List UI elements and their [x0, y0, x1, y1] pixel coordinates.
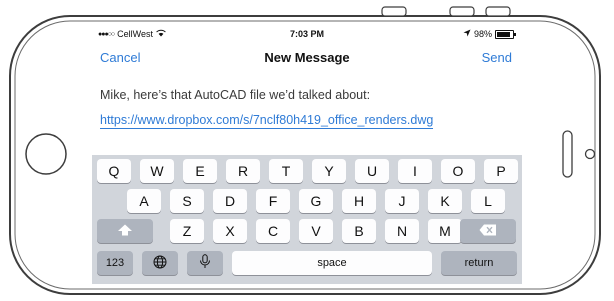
key-m[interactable]: M: [428, 219, 462, 243]
key-c[interactable]: C: [256, 219, 290, 243]
status-time: 7:03 PM: [289, 29, 324, 39]
key-k[interactable]: K: [428, 189, 462, 213]
globe-key[interactable]: [142, 251, 178, 275]
battery-percent: 98%: [473, 29, 492, 39]
delete-key[interactable]: [460, 219, 516, 243]
key-b[interactable]: B: [342, 219, 376, 243]
location-arrow-icon: [463, 29, 471, 39]
dictation-key[interactable]: [187, 251, 223, 275]
send-button[interactable]: Send: [482, 50, 512, 65]
key-w[interactable]: W: [140, 159, 174, 183]
key-x[interactable]: X: [213, 219, 247, 243]
key-o[interactable]: O: [441, 159, 475, 183]
message-body-text[interactable]: Mike, here’s that AutoCAD file we’d talk…: [100, 88, 370, 102]
key-z[interactable]: Z: [170, 219, 204, 243]
key-f[interactable]: F: [256, 189, 290, 213]
key-a[interactable]: A: [127, 189, 161, 213]
return-key[interactable]: return: [441, 251, 517, 275]
key-i[interactable]: I: [398, 159, 432, 183]
key-q[interactable]: Q: [97, 159, 131, 183]
key-t[interactable]: T: [269, 159, 303, 183]
keyboard: Q W E R T Y U I O P A S D F G H J K L Z …: [92, 155, 522, 284]
home-button[interactable]: [25, 133, 67, 175]
status-bar: ●●●○○ CellWest 7:03 PM 98%: [92, 26, 522, 42]
globe-icon: [153, 255, 167, 272]
shift-arrow-icon: [117, 223, 133, 239]
key-u[interactable]: U: [355, 159, 389, 183]
key-d[interactable]: D: [213, 189, 247, 213]
battery-icon: [495, 29, 516, 39]
key-v[interactable]: V: [299, 219, 333, 243]
page-title: New Message: [264, 50, 350, 65]
key-l[interactable]: L: [471, 189, 505, 213]
key-n[interactable]: N: [385, 219, 419, 243]
key-r[interactable]: R: [226, 159, 260, 183]
key-y[interactable]: Y: [312, 159, 346, 183]
key-h[interactable]: H: [342, 189, 376, 213]
key-j[interactable]: J: [385, 189, 419, 213]
key-g[interactable]: G: [299, 189, 333, 213]
dropbox-link[interactable]: https://www.dropbox.com/s/7nclf80h419_of…: [100, 113, 434, 129]
compose-nav-bar: Cancel New Message Send: [92, 44, 522, 70]
numbers-key[interactable]: 123: [97, 251, 133, 275]
key-p[interactable]: P: [484, 159, 518, 183]
phone-screen: ●●●○○ CellWest 7:03 PM 98% Cancel New Me…: [92, 26, 522, 284]
key-s[interactable]: S: [170, 189, 204, 213]
key-e[interactable]: E: [183, 159, 217, 183]
shift-key[interactable]: [97, 219, 153, 243]
microphone-icon: [199, 254, 211, 272]
delete-backspace-icon: [479, 223, 497, 239]
space-key[interactable]: space: [232, 251, 432, 275]
